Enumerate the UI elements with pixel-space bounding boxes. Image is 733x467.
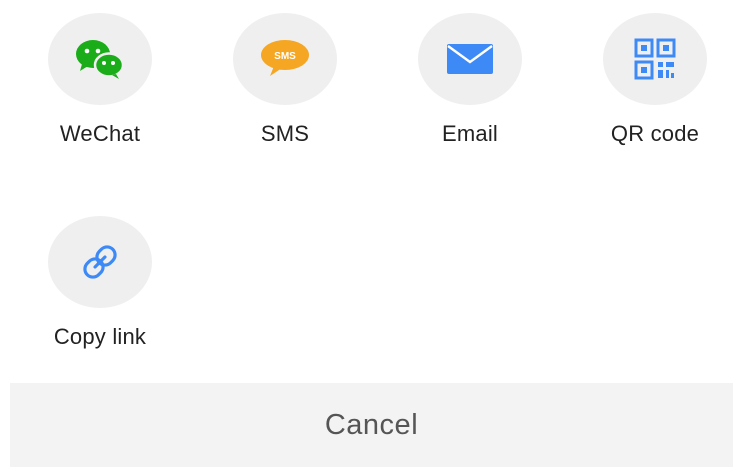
wechat-icon-button[interactable] xyxy=(48,13,152,105)
share-option-label: SMS xyxy=(260,121,310,146)
cancel-button[interactable]: Cancel xyxy=(10,383,733,467)
share-option-copy-link[interactable]: Copy link xyxy=(20,216,180,366)
share-option-sms[interactable]: SMS SMS xyxy=(205,13,365,163)
share-sheet: WeChat SMS SMS Email QR code Copy link C… xyxy=(0,0,733,467)
share-option-email[interactable]: Email xyxy=(390,13,550,163)
link-icon-button[interactable] xyxy=(48,216,152,308)
share-option-label: QR code xyxy=(610,121,700,146)
cancel-label: Cancel xyxy=(324,408,419,441)
sms-icon-text: SMS xyxy=(274,51,296,62)
share-option-wechat[interactable]: WeChat xyxy=(20,13,180,163)
sms-icon-button[interactable]: SMS xyxy=(233,13,337,105)
share-option-qr-code[interactable]: QR code xyxy=(575,13,733,163)
share-option-label: WeChat xyxy=(59,121,141,146)
link-icon xyxy=(83,245,117,279)
share-option-label: Copy link xyxy=(53,324,147,349)
share-option-label: Email xyxy=(441,121,498,146)
qr-code-icon-button[interactable] xyxy=(603,13,707,105)
envelope-icon xyxy=(447,44,493,74)
sms-bubble-icon: SMS xyxy=(261,40,309,76)
wechat-icon xyxy=(76,40,125,79)
email-icon-button[interactable] xyxy=(418,13,522,105)
qr-code-icon xyxy=(634,38,676,80)
